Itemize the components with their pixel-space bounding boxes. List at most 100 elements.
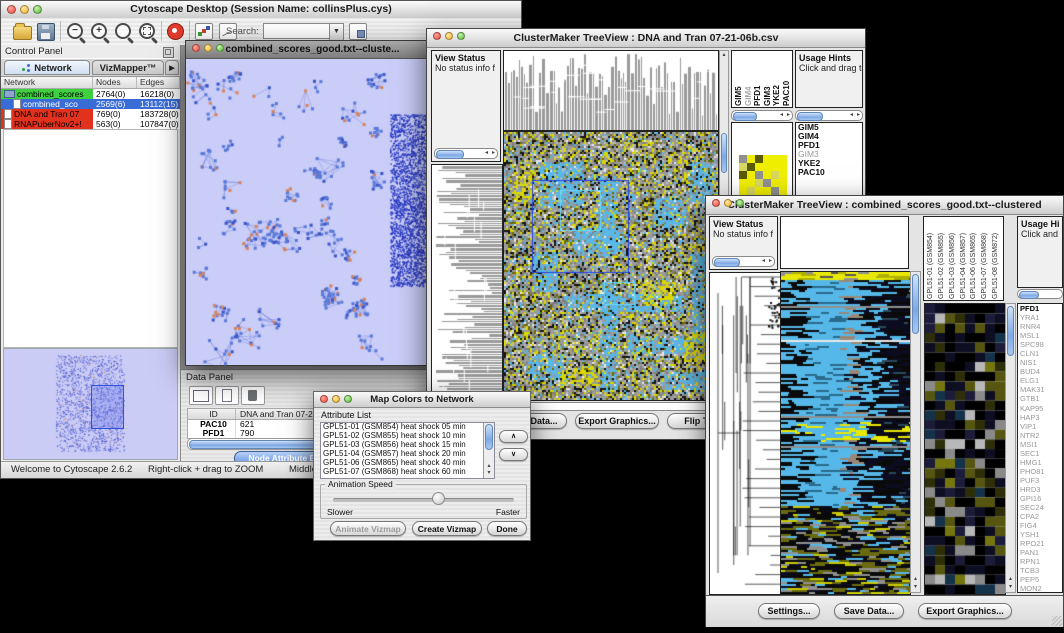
main-titlebar[interactable]: Cytoscape Desktop (Session Name: collins… (1, 1, 521, 19)
dialog-titlebar[interactable]: Map Colors to Network (314, 392, 530, 408)
speed-slider-track[interactable] (333, 498, 514, 502)
network-table-row[interactable]: DNA and Tran 07769(0)183728(0) (1, 109, 180, 119)
save-icon[interactable] (37, 23, 55, 41)
close-button[interactable] (320, 395, 328, 403)
gene-list-item[interactable]: YRA1 (1018, 313, 1062, 322)
gene-list-item[interactable]: GPI16 (1018, 494, 1062, 503)
export-graphics-button[interactable]: Export Graphics... (575, 413, 659, 429)
scrollbar-thumb[interactable] (1019, 291, 1039, 299)
row-dendrogram-canvas[interactable] (431, 164, 503, 401)
treeview2-titlebar[interactable]: ClusterMaker TreeView : combined_scores_… (706, 196, 1063, 215)
close-button[interactable] (192, 44, 200, 52)
animate-vizmap-button[interactable]: Animate Vizmap (330, 521, 406, 536)
scroll-right-icon[interactable]: ▸ (492, 149, 495, 158)
scrollbar-thumb[interactable] (436, 150, 464, 159)
speed-slider-thumb[interactable] (432, 492, 445, 505)
scrollbar-thumb[interactable] (797, 112, 823, 121)
gene-list-item[interactable]: RNR4 (1018, 322, 1062, 331)
status-hscrollbar[interactable]: ◂ ▸ (434, 148, 498, 159)
scrollbar-thumb[interactable] (1007, 306, 1014, 356)
zoom-button[interactable] (344, 395, 352, 403)
gene-list-item[interactable]: RPN1 (1018, 557, 1062, 566)
scrollbar-thumb[interactable] (714, 258, 740, 267)
gene-list-item[interactable]: VIP1 (1018, 422, 1062, 431)
hints-hscrollbar[interactable] (1017, 289, 1063, 299)
tab-vizmapper[interactable]: VizMapper™ (92, 60, 164, 75)
close-button[interactable] (7, 5, 16, 14)
open-folder-icon[interactable] (13, 26, 32, 40)
scrollbar-thumb[interactable] (733, 112, 757, 121)
gene-list-item[interactable]: MSI1 (1018, 440, 1062, 449)
gene-list-item[interactable]: HAP3 (1018, 413, 1062, 422)
float-panel-icon[interactable] (163, 47, 174, 58)
move-up-button[interactable]: ∧ (499, 430, 528, 443)
scroll-right-icon[interactable]: ▸ (857, 111, 860, 120)
done-button[interactable]: Done (487, 521, 527, 536)
zoom-button[interactable] (33, 5, 42, 14)
close-button[interactable] (433, 32, 441, 40)
gene-list-item[interactable]: YSH1 (1018, 530, 1062, 539)
gene-list-item[interactable]: PAN1 (1018, 548, 1062, 557)
tab-network[interactable]: Network (4, 60, 90, 75)
birdseye-overview-panel[interactable] (3, 348, 178, 460)
create-vizmap-button[interactable]: Create Vizmap (412, 521, 482, 536)
gene-list-item[interactable]: MON2 (1018, 584, 1062, 593)
scroll-left-icon[interactable]: ◂ (850, 111, 853, 120)
gene-list-item[interactable]: HMG1 (1018, 458, 1062, 467)
gene-list-item[interactable]: BUD4 (1018, 367, 1062, 376)
attribute-list-vscrollbar[interactable]: ▴ ▾ (483, 423, 494, 478)
new-attribute-icon[interactable] (215, 386, 239, 405)
scroll-down-icon[interactable]: ▾ (1006, 584, 1015, 591)
save-data-button[interactable]: Save Data... (834, 603, 904, 619)
zoom-selected-icon[interactable] (115, 23, 131, 39)
gene-list-item[interactable]: MAK31 (1018, 385, 1062, 394)
heatmap-vscrollbar[interactable]: ▴ ▾ (910, 271, 921, 593)
network-table-row[interactable]: combined_sco2569(6)13112(15) (1, 99, 180, 109)
gene-list-item[interactable]: PHO81 (1018, 467, 1062, 476)
gene-list-item[interactable]: SEC24 (1018, 503, 1062, 512)
search-input[interactable] (263, 23, 331, 39)
gene-list-item[interactable]: HRD3 (1018, 485, 1062, 494)
zoom-fit-icon[interactable] (139, 23, 155, 39)
move-down-button[interactable]: ∨ (499, 448, 528, 461)
attribute-list-item[interactable]: GPL51-07 (GSM868) heat shock 60 min (321, 468, 494, 477)
zoom-out-icon[interactable]: − (67, 23, 83, 39)
network-view-titlebar[interactable]: combined_scores_good.txt--cluste... (186, 41, 439, 59)
row-dendrogram-canvas[interactable] (709, 272, 782, 595)
help-lifesaver-icon[interactable] (167, 23, 184, 40)
zoom-button[interactable] (736, 199, 744, 207)
scroll-left-icon[interactable]: ◂ (762, 257, 765, 266)
network-table-row[interactable]: RNAPuberNov2+!563(0)107847(0) (1, 119, 180, 129)
scroll-up-icon[interactable]: ▴ (911, 576, 920, 583)
search-dropdown-icon[interactable]: ▼ (329, 23, 344, 41)
gene-list-item[interactable]: PAC10 (796, 168, 862, 177)
scroll-down-icon[interactable]: ▾ (484, 470, 494, 477)
gene-list-item[interactable]: PFD1 (1018, 304, 1062, 313)
gene-list-item[interactable]: MSL1 (1018, 331, 1062, 340)
gene-list-item[interactable]: FIG4 (1018, 521, 1062, 530)
scroll-right-icon[interactable]: ▸ (787, 111, 790, 120)
gene-list-item[interactable]: GTB1 (1018, 394, 1062, 403)
gene-list-item[interactable]: PEP5 (1018, 575, 1062, 584)
heatmap-hscrollbar[interactable] (503, 402, 717, 411)
network-graph-canvas[interactable] (186, 58, 439, 366)
zoom-vscrollbar[interactable]: ▴ ▾ (1005, 303, 1016, 593)
status-hscrollbar[interactable]: ◂ ▸ (712, 256, 775, 267)
network-table-row[interactable]: combined_scores2764(0)16218(0) (1, 89, 180, 99)
heatmap-canvas[interactable] (780, 271, 911, 595)
gene-list-item[interactable]: KAP95 (1018, 404, 1062, 413)
scroll-up-icon[interactable]: ▴ (484, 463, 494, 470)
birdseye-viewport-rect[interactable] (91, 385, 124, 429)
scroll-down-icon[interactable]: ▾ (911, 584, 920, 591)
gene-list-item[interactable]: NIS1 (1018, 358, 1062, 367)
gene-list-item[interactable]: ELG1 (1018, 376, 1062, 385)
minimize-button[interactable] (332, 395, 340, 403)
chart-icon[interactable] (195, 23, 213, 40)
export-graphics-button[interactable]: Export Graphics... (918, 603, 1012, 619)
labels-hscrollbar[interactable]: ◂ ▸ (731, 110, 793, 121)
minimize-button[interactable] (204, 44, 212, 52)
gene-list-item[interactable]: TCB3 (1018, 566, 1062, 575)
scroll-up-icon[interactable]: ▴ (720, 52, 728, 59)
heatmap-canvas[interactable] (503, 131, 719, 401)
gene-list-item[interactable]: SPC98 (1018, 340, 1062, 349)
